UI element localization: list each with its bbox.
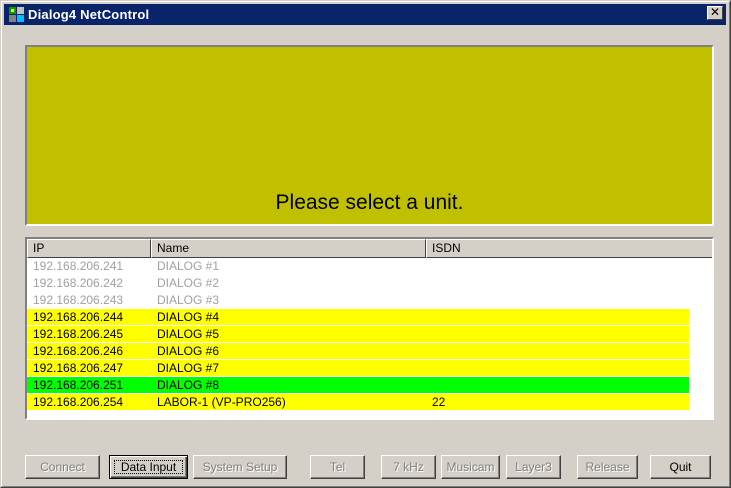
isdn-cell: 22 xyxy=(432,395,446,409)
musicam-button-label: Musicam xyxy=(446,460,495,474)
unit-list[interactable]: IP Name ISDN 192.168.206.241 DIALOG #1 19… xyxy=(25,237,714,420)
table-row[interactable]: 192.168.206.246 DIALOG #6 xyxy=(27,343,689,359)
status-display: Please select a unit. xyxy=(25,45,714,226)
column-header-isdn[interactable]: ISDN xyxy=(426,239,712,258)
name-cell: DIALOG #6 xyxy=(157,344,220,358)
layer3-button-label: Layer3 xyxy=(515,460,552,474)
connect-button-label: Connect xyxy=(40,460,85,474)
name-cell: LABOR-1 (VP-PRO256) xyxy=(157,395,286,409)
data-input-button[interactable]: Data Input xyxy=(109,455,188,479)
ip-cell: 192.168.206.245 xyxy=(33,327,124,341)
system-setup-button[interactable]: System Setup xyxy=(193,455,287,479)
layer3-button[interactable]: Layer3 xyxy=(506,455,561,479)
name-cell: DIALOG #1 xyxy=(157,259,220,273)
ip-cell: 192.168.206.244 xyxy=(33,310,124,324)
column-header-name[interactable]: Name xyxy=(151,239,426,258)
name-cell: DIALOG #5 xyxy=(157,327,220,341)
ip-cell: 192.168.206.251 xyxy=(33,378,124,392)
7khz-button-label: 7 kHz xyxy=(393,460,424,474)
tel-button-label: Tel xyxy=(329,460,346,474)
data-input-button-label: Data Input xyxy=(120,460,177,474)
table-row[interactable]: 192.168.206.242 DIALOG #2 xyxy=(27,275,689,291)
column-header-filler xyxy=(713,239,714,258)
table-row[interactable]: 192.168.206.254 LABOR-1 (VP-PRO256) 22 xyxy=(27,394,689,410)
connect-button[interactable]: Connect xyxy=(25,455,100,479)
tel-button[interactable]: Tel xyxy=(310,455,365,479)
release-button[interactable]: Release xyxy=(577,455,638,479)
name-cell: DIALOG #3 xyxy=(157,293,220,307)
window-title: Dialog4 NetControl xyxy=(28,7,150,22)
table-row[interactable]: 192.168.206.251 DIALOG #8 xyxy=(27,377,689,393)
table-row[interactable]: 192.168.206.243 DIALOG #3 xyxy=(27,292,689,308)
ip-cell: 192.168.206.246 xyxy=(33,344,124,358)
table-row[interactable]: 192.168.206.244 DIALOG #4 xyxy=(27,309,689,325)
ip-cell: 192.168.206.247 xyxy=(33,361,124,375)
system-setup-button-label: System Setup xyxy=(202,460,278,474)
7khz-button[interactable]: 7 kHz xyxy=(381,455,436,479)
table-row[interactable]: 192.168.206.247 DIALOG #7 xyxy=(27,360,689,376)
close-icon: ✕ xyxy=(709,5,721,19)
close-button[interactable]: ✕ xyxy=(707,6,723,20)
quit-button[interactable]: Quit xyxy=(650,455,711,479)
ip-cell: 192.168.206.242 xyxy=(33,276,124,290)
table-row[interactable]: 192.168.206.245 DIALOG #5 xyxy=(27,326,689,342)
release-button-label: Release xyxy=(585,460,630,474)
ip-cell: 192.168.206.243 xyxy=(33,293,124,307)
name-cell: DIALOG #4 xyxy=(157,310,220,324)
ip-cell: 192.168.206.254 xyxy=(33,395,124,409)
table-row[interactable]: 192.168.206.241 DIALOG #1 xyxy=(27,258,689,274)
app-window: Dialog4 NetControl ✕ Please select a uni… xyxy=(0,0,731,488)
status-message: Please select a unit. xyxy=(275,191,464,214)
name-cell: DIALOG #2 xyxy=(157,276,220,290)
column-header-ip[interactable]: IP xyxy=(27,239,151,258)
ip-cell: 192.168.206.241 xyxy=(33,259,124,273)
title-bar[interactable]: Dialog4 NetControl ✕ xyxy=(4,4,726,25)
quit-button-label: Quit xyxy=(669,460,692,474)
network-app-icon xyxy=(9,7,24,22)
name-cell: DIALOG #7 xyxy=(157,361,220,375)
name-cell: DIALOG #8 xyxy=(157,378,220,392)
musicam-button[interactable]: Musicam xyxy=(441,455,500,479)
